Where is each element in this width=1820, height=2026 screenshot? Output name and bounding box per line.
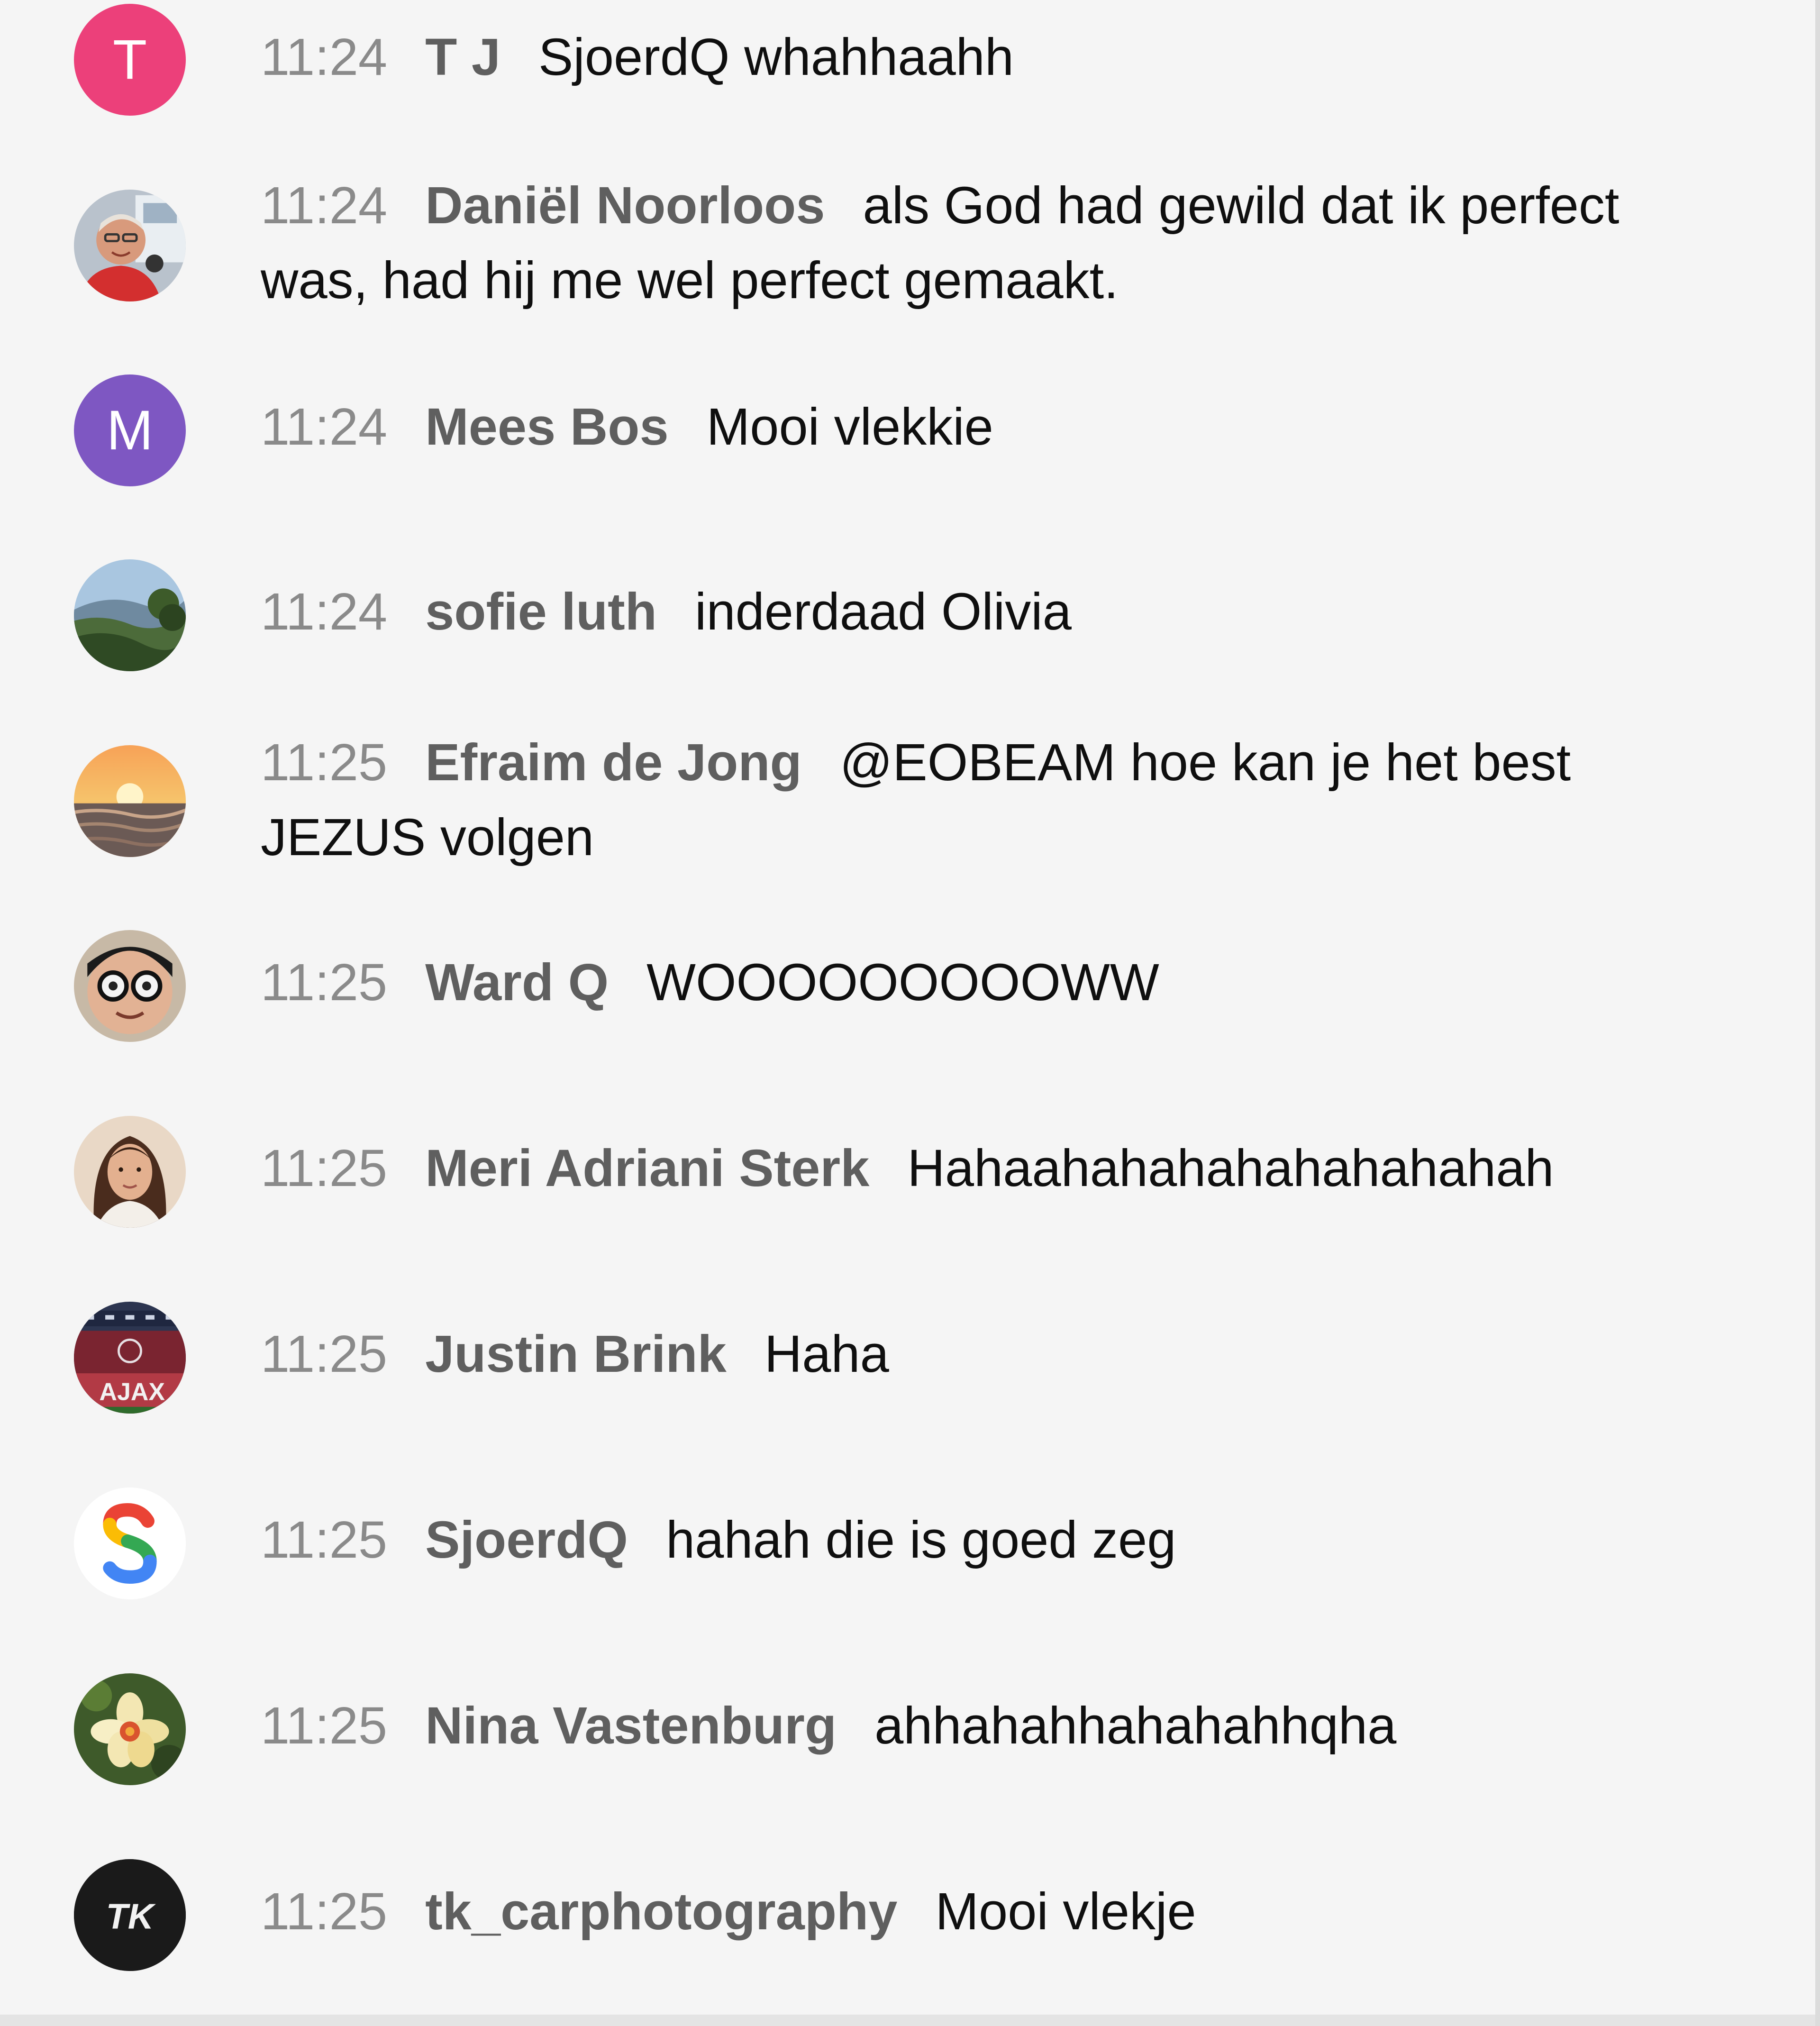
message-text: hahah die is goed zeg — [665, 1511, 1176, 1569]
message-time: 11:25 — [261, 1325, 388, 1383]
message-time: 11:25 — [261, 1697, 388, 1755]
avatar-letter: M — [106, 399, 154, 462]
man-portrait-photo-icon[interactable] — [74, 190, 186, 301]
author-name[interactable]: Nina Vastenburg — [425, 1697, 837, 1755]
author-name[interactable]: tk_carphotography — [425, 1882, 897, 1941]
message-time: 11:25 — [261, 1511, 388, 1569]
message-content: 11:24 Mees Bos Mooi vlekkie — [261, 390, 1683, 465]
avatar[interactable]: M — [74, 374, 186, 486]
svg-text:TK: TK — [106, 1897, 156, 1936]
message-time: 11:25 — [261, 953, 388, 1012]
author-name[interactable]: Ward Q — [425, 953, 609, 1012]
message-content: 11:24 T J SjoerdQ whahhaahh — [261, 20, 1683, 95]
avatar[interactable]: T — [74, 4, 186, 116]
message-content: 11:24 sofie luth inderdaad Olivia — [261, 575, 1683, 649]
sunset-photo-icon[interactable] — [74, 745, 186, 857]
message-content: 11:25 Meri Adriani Sterk Hahaahahahahahaha… — [261, 1131, 1683, 1206]
flower-photo-icon[interactable] — [74, 1673, 186, 1785]
message-content: 11:25 tk_carphotography Mooi vlekje — [261, 1874, 1683, 1949]
message-content: 11:25 Efraim de Jong @EOBEAM hoe kan je he… — [261, 725, 1683, 875]
message-time: 11:24 — [261, 398, 388, 456]
message-text: ahhahahhahahahhqha — [874, 1697, 1397, 1755]
message-time: 11:24 — [261, 176, 388, 235]
author-name[interactable]: Efraim de Jong — [425, 733, 802, 792]
message-content: 11:25 SjoerdQ hahah die is goed zeg — [261, 1503, 1683, 1578]
author-name[interactable]: sofie luth — [425, 583, 657, 641]
author-name[interactable]: Meri Adriani Sterk — [425, 1139, 869, 1197]
landscape-photo-icon[interactable] — [74, 559, 186, 671]
author-name[interactable]: Justin Brink — [425, 1325, 727, 1383]
message-content: 11:24 Daniël Noorloos als God had gewild d… — [261, 168, 1683, 318]
divider — [0, 2015, 1820, 2026]
stadium-photo-icon[interactable]: AJAX — [74, 1302, 186, 1414]
message-time: 11:25 — [261, 733, 388, 792]
message-text: inderdaad Olivia — [695, 583, 1072, 641]
message-time: 11:25 — [261, 1882, 388, 1941]
message-text: Mooi vlekkie — [706, 398, 993, 456]
tk-logo-icon[interactable]: TK — [74, 1859, 186, 1971]
scrollbar[interactable] — [1815, 0, 1820, 2026]
author-name[interactable]: T J — [425, 28, 500, 86]
author-name[interactable]: Mees Bos — [425, 398, 669, 456]
message-content: 11:25 Nina Vastenburg ahhahahhahahahhqha — [261, 1688, 1683, 1763]
message-text: SjoerdQ whahhaahh — [538, 28, 1014, 86]
author-name[interactable]: SjoerdQ — [425, 1511, 628, 1569]
live-chat-list[interactable]: T 11:24 T J SjoerdQ whahhaahh 11:24 Daniël … — [0, 0, 1820, 2026]
message-text: Mooi vlekje — [935, 1882, 1196, 1941]
svg-text:AJAX: AJAX — [99, 1378, 165, 1406]
author-name[interactable]: Daniël Noorloos — [425, 176, 825, 235]
message-text: Haha — [764, 1325, 889, 1383]
message-time: 11:25 — [261, 1139, 388, 1197]
message-time: 11:24 — [261, 583, 388, 641]
message-content: 11:25 Ward Q WOOOOOOOOOWW — [261, 945, 1683, 1020]
woman-portrait-photo-icon[interactable] — [74, 1116, 186, 1228]
avatar-letter: T — [112, 28, 147, 91]
message-time: 11:24 — [261, 28, 388, 86]
message-text: WOOOOOOOOOWW — [646, 953, 1159, 1012]
message-content: 11:25 Justin Brink Haha — [261, 1317, 1683, 1392]
message-text: Hahaahahahahahahahahah — [907, 1139, 1554, 1197]
google-s-logo-icon[interactable] — [74, 1488, 186, 1599]
glasses-face-photo-icon[interactable] — [74, 930, 186, 1042]
